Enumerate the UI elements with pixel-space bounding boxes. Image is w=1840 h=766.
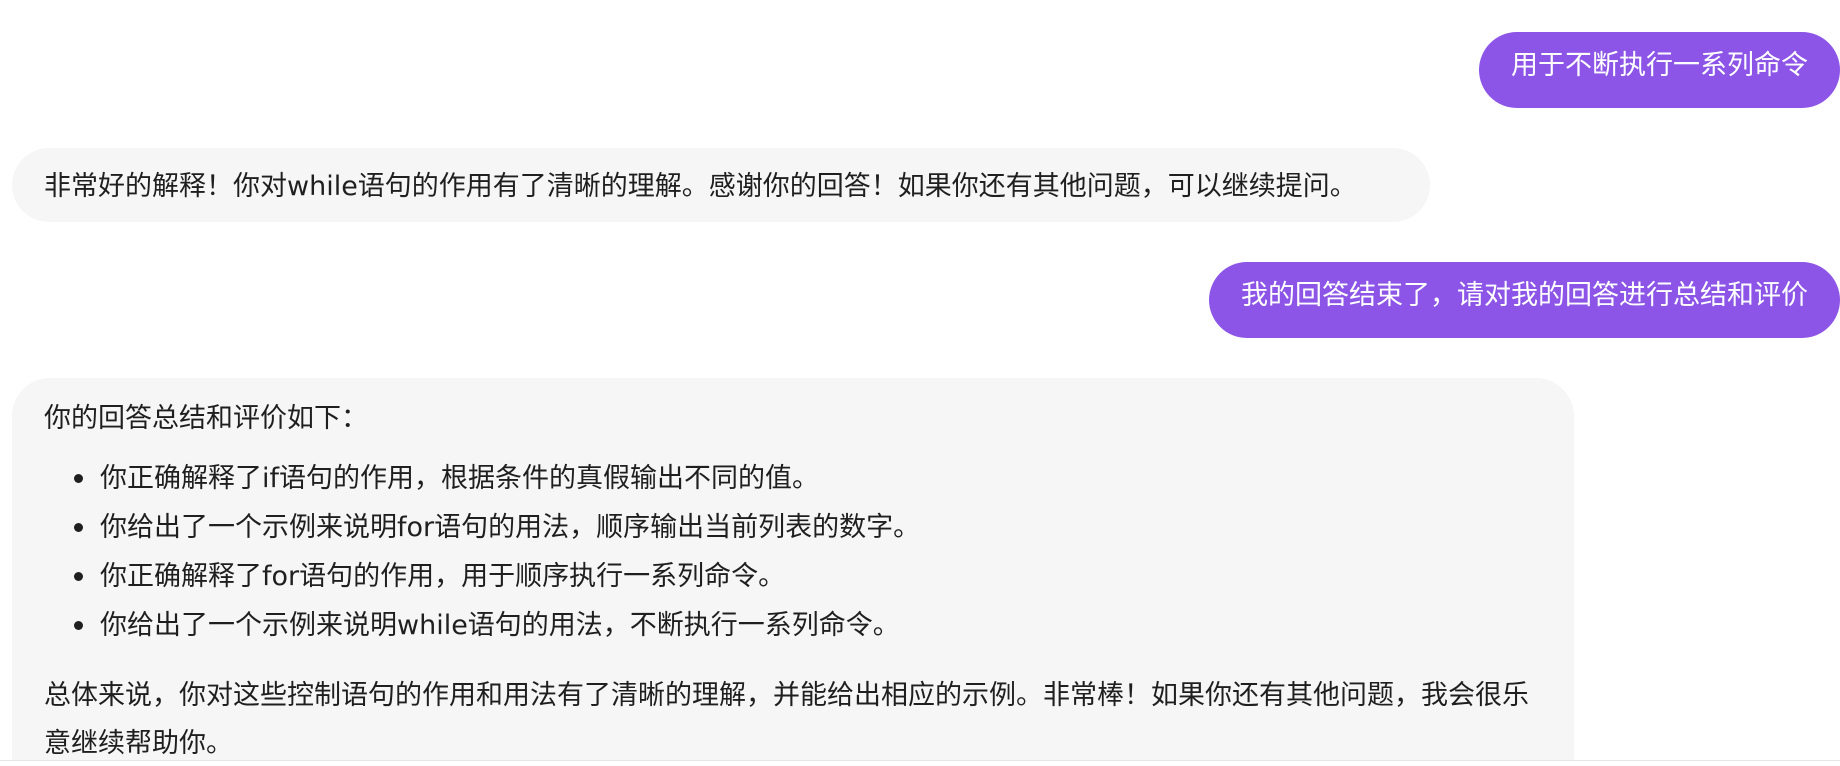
assistant-intro-text: 你的回答总结和评价如下： bbox=[44, 403, 368, 434]
user-message: 我的回答结束了，请对我的回答进行总结和评价 bbox=[1209, 262, 1840, 338]
list-item: 你正确解释了if语句的作用，根据条件的真假输出不同的值。 bbox=[74, 454, 1542, 503]
chat-transcript: 用于不断执行一系列命令 非常好的解释！你对while语句的作用有了清晰的理解。感… bbox=[0, 0, 1840, 766]
list-item-text: 你给出了一个示例来说明for语句的用法，顺序输出当前列表的数字。 bbox=[100, 512, 921, 543]
bullet-icon bbox=[74, 621, 83, 630]
user-message-text: 我的回答结束了，请对我的回答进行总结和评价 bbox=[1241, 280, 1808, 311]
assistant-message: 你的回答总结和评价如下： 你正确解释了if语句的作用，根据条件的真假输出不同的值… bbox=[12, 378, 1574, 766]
list-item-text: 你正确解释了if语句的作用，根据条件的真假输出不同的值。 bbox=[100, 463, 820, 494]
list-item-text: 你给出了一个示例来说明while语句的用法，不断执行一系列命令。 bbox=[100, 610, 900, 641]
assistant-summary-text: 总体来说，你对这些控制语句的作用和用法有了清晰的理解，并能给出相应的示例。非常棒… bbox=[44, 680, 1529, 759]
assistant-message: 非常好的解释！你对while语句的作用有了清晰的理解。感谢你的回答！如果你还有其… bbox=[12, 148, 1430, 222]
list-item-text: 你正确解释了for语句的作用，用于顺序执行一系列命令。 bbox=[100, 561, 786, 592]
user-message: 用于不断执行一系列命令 bbox=[1479, 32, 1840, 108]
assistant-message-text: 非常好的解释！你对while语句的作用有了清晰的理解。感谢你的回答！如果你还有其… bbox=[44, 171, 1357, 202]
bottom-divider bbox=[0, 760, 1840, 766]
bullet-icon bbox=[74, 523, 83, 532]
list-item: 你给出了一个示例来说明for语句的用法，顺序输出当前列表的数字。 bbox=[74, 503, 1542, 552]
evaluation-list: 你正确解释了if语句的作用，根据条件的真假输出不同的值。 你给出了一个示例来说明… bbox=[44, 454, 1542, 650]
bullet-icon bbox=[74, 572, 83, 581]
bullet-icon bbox=[74, 474, 83, 483]
list-item: 你给出了一个示例来说明while语句的用法，不断执行一系列命令。 bbox=[74, 601, 1542, 650]
list-item: 你正确解释了for语句的作用，用于顺序执行一系列命令。 bbox=[74, 552, 1542, 601]
user-message-text: 用于不断执行一系列命令 bbox=[1511, 50, 1808, 81]
